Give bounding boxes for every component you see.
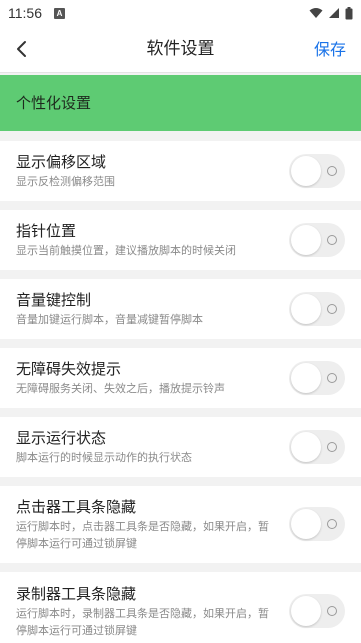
setting-row-accessibility-failure-alert: 无障碍失效提示 无障碍服务关闭、失效之后，播放提示铃声: [0, 348, 361, 408]
cellular-signal-icon: [329, 8, 339, 18]
status-icons: [309, 6, 353, 20]
setting-text: 无障碍失效提示 无障碍服务关闭、失效之后，播放提示铃声: [16, 348, 273, 408]
setting-title: 显示偏移区域: [16, 153, 107, 171]
toggle-off-indicator-icon: [327, 606, 337, 616]
toggle-knob: [291, 432, 321, 462]
setting-description: 显示当前触摸位置，建议播放脚本的时候关闭: [16, 244, 236, 257]
show-run-status-toggle[interactable]: [289, 430, 345, 464]
section-header-personalization: 个性化设置: [0, 75, 361, 131]
setting-description: 运行脚本时，录制器工具条是否隐藏，如果开启，暂停脚本运行可通过锁屏键: [16, 607, 269, 637]
app-bar: 软件设置 保存: [0, 26, 361, 73]
setting-title: 音量键控制: [16, 291, 92, 309]
clicker-toolbar-hide-toggle[interactable]: [289, 507, 345, 541]
setting-description: 显示反检测偏移范围: [16, 175, 115, 188]
setting-row-clicker-toolbar-hide: 点击器工具条隐藏 运行脚本时，点击器工具条是否隐藏，如果开启，暂停脚本运行可通过…: [0, 486, 361, 563]
volume-key-control-toggle[interactable]: [289, 292, 345, 326]
setting-description: 脚本运行的时候显示动作的执行状态: [16, 451, 192, 464]
setting-row-pointer-location: 指针位置 显示当前触摸位置，建议播放脚本的时候关闭: [0, 210, 361, 270]
show-offset-area-toggle[interactable]: [289, 154, 345, 188]
status-time: 11:56: [8, 5, 42, 21]
setting-row-show-run-status: 显示运行状态 脚本运行的时候显示动作的执行状态: [0, 417, 361, 477]
toggle-off-indicator-icon: [327, 166, 337, 176]
toggle-knob: [291, 294, 321, 324]
setting-text: 指针位置 显示当前触摸位置，建议播放脚本的时候关闭: [16, 210, 273, 270]
toggle-off-indicator-icon: [327, 235, 337, 245]
page-title: 软件设置: [146, 39, 215, 59]
setting-text: 录制器工具条隐藏 运行脚本时，录制器工具条是否隐藏，如果开启，暂停脚本运行可通过…: [16, 572, 273, 643]
toggle-off-indicator-icon: [327, 442, 337, 452]
toggle-knob: [291, 509, 321, 539]
battery-icon: [345, 6, 353, 19]
pointer-location-toggle[interactable]: [289, 223, 345, 257]
setting-description: 无障碍服务关闭、失效之后，播放提示铃声: [16, 382, 225, 395]
notification-a-icon: A: [54, 7, 65, 19]
wifi-icon: [309, 8, 323, 18]
status-bar: 11:56 A: [0, 0, 361, 26]
toggle-knob: [291, 596, 321, 626]
toggle-knob: [291, 156, 321, 186]
accessibility-failure-alert-toggle[interactable]: [289, 361, 345, 395]
setting-title: 指针位置: [16, 222, 77, 240]
setting-title: 显示运行状态: [16, 429, 107, 447]
setting-text: 显示偏移区域 显示反检测偏移范围: [16, 141, 273, 201]
setting-text: 音量键控制 音量加键运行脚本，音量减键暂停脚本: [16, 279, 273, 339]
setting-description: 音量加键运行脚本，音量减键暂停脚本: [16, 313, 203, 326]
setting-description: 运行脚本时，点击器工具条是否隐藏，如果开启，暂停脚本运行可通过锁屏键: [16, 520, 269, 550]
toggle-off-indicator-icon: [327, 519, 337, 529]
setting-title: 录制器工具条隐藏: [16, 585, 137, 603]
setting-text: 显示运行状态 脚本运行的时候显示动作的执行状态: [16, 417, 273, 477]
setting-text: 点击器工具条隐藏 运行脚本时，点击器工具条是否隐藏，如果开启，暂停脚本运行可通过…: [16, 486, 273, 563]
setting-title: 点击器工具条隐藏: [16, 498, 137, 516]
setting-row-recorder-toolbar-hide: 录制器工具条隐藏 运行脚本时，录制器工具条是否隐藏，如果开启，暂停脚本运行可通过…: [0, 572, 361, 643]
setting-row-volume-key-control: 音量键控制 音量加键运行脚本，音量减键暂停脚本: [0, 279, 361, 339]
setting-title: 无障碍失效提示: [16, 360, 122, 378]
toggle-off-indicator-icon: [327, 373, 337, 383]
save-button[interactable]: 保存: [314, 26, 346, 73]
toggle-knob: [291, 363, 321, 393]
recorder-toolbar-hide-toggle[interactable]: [289, 594, 345, 628]
toggle-off-indicator-icon: [327, 304, 337, 314]
setting-row-show-offset-area: 显示偏移区域 显示反检测偏移范围: [0, 141, 361, 201]
chevron-left-icon: [17, 41, 26, 57]
back-button[interactable]: [6, 32, 38, 66]
toggle-knob: [291, 225, 321, 255]
